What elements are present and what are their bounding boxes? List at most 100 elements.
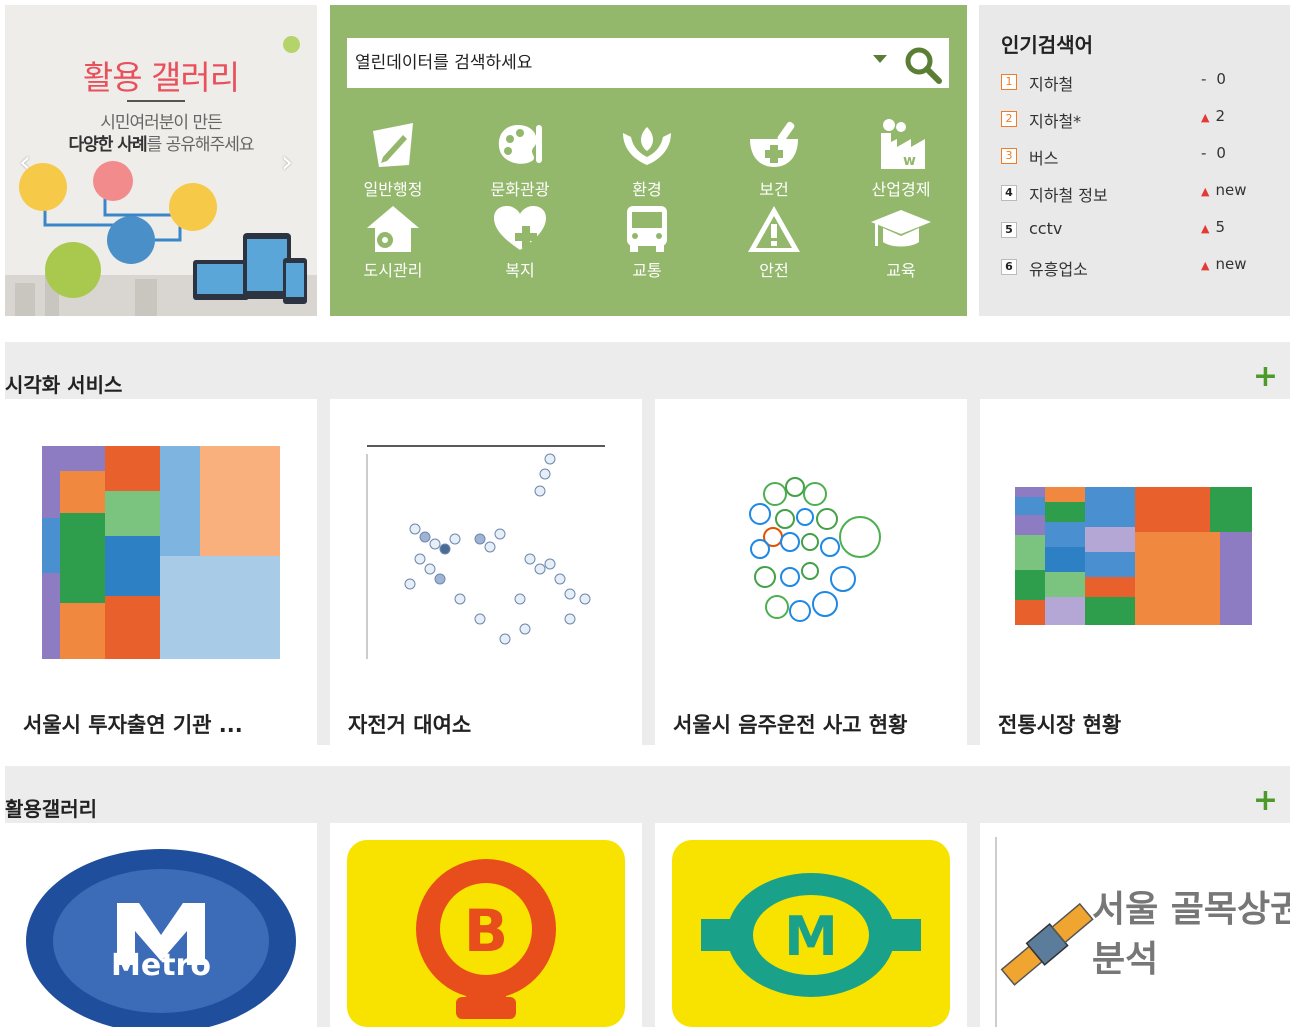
heart-plus-icon: [494, 206, 546, 250]
viz-section-title: 시각화 서비스: [5, 373, 123, 397]
rank-badge: 2: [1001, 111, 1017, 127]
viz-section: 시각화 서비스 + 서울시 투자출연 기관 ... 자전거 대여소 서울시 음주…: [5, 342, 1290, 745]
banner-line2: 다양한 사례를 공유해주세요: [5, 130, 317, 155]
gallery-card[interactable]: M: [655, 823, 967, 1027]
metro-line-logo-letter: M: [784, 905, 838, 968]
search-bar: [347, 38, 949, 88]
bus-icon: [627, 206, 667, 252]
search-term[interactable]: 지하철: [1029, 71, 1073, 95]
rank-badge: 3: [1001, 148, 1017, 164]
house-gear-icon: [367, 206, 419, 252]
hands-leaf-icon: [623, 127, 671, 165]
category-label: 산업경제: [871, 180, 931, 199]
category-label: 환경: [632, 180, 662, 199]
rank-change: -0: [1201, 70, 1226, 88]
search-term[interactable]: 유흥업소: [1029, 256, 1088, 280]
up-arrow-icon: ▲: [1201, 111, 1210, 124]
category-culture-tourism[interactable]: 문화관광: [465, 117, 575, 200]
category-general-admin[interactable]: 일반행정: [338, 117, 448, 200]
no-change-icon: -: [1201, 144, 1207, 162]
gallery-section-title: 활용갤러리: [5, 797, 97, 821]
pencil-doc-icon: [373, 123, 413, 167]
viz-card[interactable]: 전통시장 현황: [980, 399, 1290, 745]
viz-card[interactable]: 자전거 대여소: [330, 399, 642, 745]
banner-line2-bold: 다양한 사례: [68, 135, 147, 155]
gallery-card[interactable]: Metro: [5, 823, 317, 1027]
palette-icon: [498, 125, 542, 164]
popular-search-item[interactable]: 3 버스 -0: [1001, 144, 1276, 168]
rank-badge: 6: [1001, 259, 1017, 275]
popular-search-item[interactable]: 4 지하철 정보 ▲ new: [1001, 181, 1276, 205]
search-term[interactable]: 지하철*: [1029, 108, 1081, 132]
metro-logo-text: Metro: [111, 948, 211, 983]
category-label: 문화관광: [490, 180, 550, 199]
metro-logo-icon: Metro: [26, 849, 296, 1027]
rank-badge: 4: [1001, 185, 1017, 201]
bus-logo-letter: B: [464, 897, 508, 965]
category-welfare[interactable]: 복지: [465, 204, 575, 281]
rank-change: ▲ new: [1201, 255, 1247, 273]
viz-card-title: 서울시 투자출연 기관 ...: [23, 713, 243, 737]
banner-illustration: [5, 161, 317, 316]
svg-text:w: w: [903, 153, 916, 169]
rank-change: ▲ 2: [1201, 107, 1226, 125]
rank-badge: 1: [1001, 74, 1017, 90]
gallery-more-button[interactable]: +: [1253, 786, 1278, 816]
chevron-down-icon[interactable]: [873, 55, 887, 63]
gallery-logo-line1: 서울 골목상권: [1092, 889, 1290, 930]
banner-divider: [127, 100, 185, 102]
search-term[interactable]: 지하철 정보: [1029, 182, 1108, 206]
popular-search-title: 인기검색어: [1001, 33, 1093, 57]
viz-card-title: 전통시장 현황: [998, 713, 1122, 737]
rank-change: -0: [1201, 144, 1226, 162]
gallery-banner[interactable]: 활용 갤러리 시민여러분이 만든 다양한 사례를 공유해주세요 ‹ ›: [5, 5, 317, 316]
category-environment[interactable]: 환경: [592, 117, 702, 200]
popular-search-item[interactable]: 5 cctv ▲ 5: [1001, 218, 1276, 242]
viz-card[interactable]: 서울시 투자출연 기관 ...: [5, 399, 317, 745]
viz-card[interactable]: 서울시 음주운전 사고 현황: [655, 399, 967, 745]
hexbin-thumbnail: [366, 445, 605, 659]
category-label: 일반행정: [363, 180, 423, 199]
category-safety[interactable]: 안전: [719, 204, 829, 281]
popular-search-item[interactable]: 6 유흥업소 ▲ new: [1001, 255, 1276, 279]
viz-card-title: 자전거 대여소: [348, 713, 472, 737]
warning-icon: [748, 206, 800, 252]
gallery-card[interactable]: 서울 골목상권 분석: [980, 823, 1290, 1027]
category-education[interactable]: 교육: [846, 204, 956, 281]
metro-line-logo-icon: M: [672, 840, 950, 1027]
category-label: 복지: [505, 261, 535, 280]
category-label: 교육: [886, 261, 916, 280]
viz-more-button[interactable]: +: [1253, 362, 1278, 392]
banner-title: 활용 갤러리: [82, 58, 240, 97]
popular-search-item[interactable]: 2 지하철* ▲ 2: [1001, 107, 1276, 131]
rank-change: ▲ new: [1201, 181, 1247, 199]
search-input[interactable]: [355, 38, 860, 88]
popular-search-item[interactable]: 1 지하철 -0: [1001, 70, 1276, 94]
grad-cap-icon: [871, 210, 931, 247]
no-change-icon: -: [1201, 70, 1207, 88]
rank-change: ▲ 5: [1201, 218, 1226, 236]
category-transport[interactable]: 교통: [592, 204, 702, 281]
factory-icon: w: [881, 119, 925, 169]
category-city-management[interactable]: 도시관리: [338, 204, 448, 281]
popular-search-panel: 인기검색어 1 지하철 -0 2 지하철* ▲ 2 3 버스 -0 4 지하철 정…: [979, 5, 1290, 316]
rank-badge: 5: [1001, 222, 1017, 238]
treemap-thumbnail: [42, 446, 280, 659]
up-arrow-icon: ▲: [1201, 259, 1210, 272]
bus-logo-icon: B: [347, 840, 625, 1027]
category-label: 교통: [632, 261, 662, 280]
category-health[interactable]: 보건: [719, 117, 829, 200]
satellite-logo-icon: 서울 골목상권 분석: [995, 837, 1290, 1027]
gallery-card[interactable]: B: [330, 823, 642, 1027]
up-arrow-icon: ▲: [1201, 185, 1210, 198]
viz-card-title: 서울시 음주운전 사고 현황: [673, 713, 908, 737]
category-label: 안전: [759, 261, 789, 280]
search-term[interactable]: 버스: [1029, 145, 1058, 169]
category-industry-economy[interactable]: w 산업경제: [846, 117, 956, 200]
search-icon[interactable]: [903, 45, 943, 85]
mortar-cross-icon: [750, 121, 798, 167]
search-panel: 일반행정 문화관광 환경 보건 w 산업경제 도시관리 복지 교통 안전 교육: [330, 5, 967, 316]
gallery-logo-line2: 분석: [1092, 939, 1158, 980]
search-term[interactable]: cctv: [1029, 219, 1062, 238]
bubble-thumbnail: [749, 477, 881, 622]
